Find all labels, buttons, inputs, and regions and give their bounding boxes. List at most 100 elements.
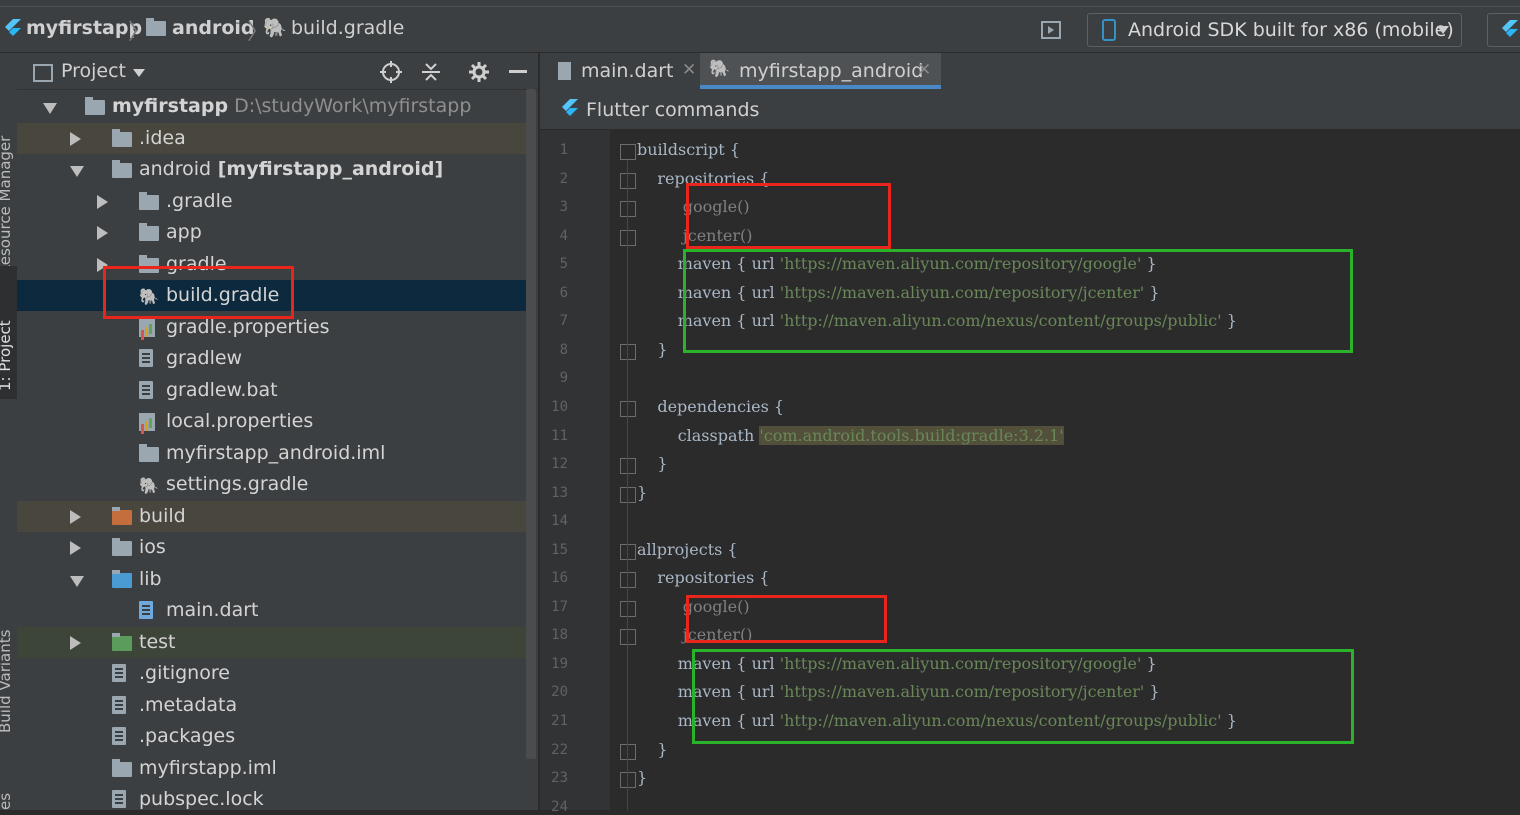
fold-marker-icon[interactable] xyxy=(620,201,636,218)
dart-file-icon xyxy=(139,601,153,619)
tree-item[interactable]: android [myfirstapp_android] xyxy=(17,154,526,185)
module-icon xyxy=(112,160,132,178)
tree-item-label: app xyxy=(166,221,202,243)
tree-item-label: .gradle xyxy=(166,189,233,212)
code-line[interactable]: } xyxy=(637,340,667,359)
chevron-down-icon[interactable] xyxy=(70,575,84,587)
tree-item[interactable]: .gitignore xyxy=(17,658,526,689)
gear-icon[interactable] xyxy=(468,61,490,83)
fold-marker-icon[interactable] xyxy=(620,743,636,760)
fold-marker-icon[interactable] xyxy=(620,172,636,189)
tree-item[interactable]: myfirstapp.iml xyxy=(17,753,526,784)
close-icon[interactable]: ✕ xyxy=(682,60,696,80)
tree-item[interactable]: pubspec.lock xyxy=(17,784,526,815)
code-line[interactable]: dependencies { xyxy=(637,397,784,416)
code-line[interactable]: } xyxy=(637,483,647,502)
tree-item[interactable]: app xyxy=(17,217,526,248)
tree-item-label: myfirstapp.iml xyxy=(139,756,277,779)
fold-marker-icon[interactable] xyxy=(620,486,636,503)
tab-myfirstapp-android[interactable]: 🐘 myfirstapp_android ✕ xyxy=(700,53,941,89)
tree-scrollbar[interactable] xyxy=(526,89,536,759)
tree-item[interactable]: gradlew.bat xyxy=(17,375,526,406)
file-icon xyxy=(139,380,153,399)
tab-main-dart[interactable]: main.dart ✕ xyxy=(550,53,698,89)
menu-strip xyxy=(0,0,1520,7)
module-icon xyxy=(112,538,132,556)
annotation-green-box xyxy=(683,249,1353,353)
minimize-icon[interactable] xyxy=(509,70,527,73)
module-icon xyxy=(139,443,159,462)
code-line[interactable]: allprojects { xyxy=(637,540,738,559)
code-line[interactable]: } xyxy=(637,768,647,787)
chevron-right-icon[interactable] xyxy=(97,194,108,209)
chevron-down-icon[interactable] xyxy=(43,103,57,114)
code-line[interactable]: } xyxy=(637,454,667,473)
tree-item-label: pubspec.lock xyxy=(139,788,264,810)
flutter-run-button[interactable] xyxy=(1487,13,1520,47)
tree-item-label: gradlew xyxy=(166,347,243,369)
fold-marker-icon[interactable] xyxy=(620,629,636,646)
project-view-selector[interactable]: Project xyxy=(61,60,126,82)
tree-item[interactable]: .idea xyxy=(17,122,526,154)
tree-item[interactable]: myfirstapp_android.iml xyxy=(17,438,526,469)
tree-item[interactable]: local.properties xyxy=(17,406,526,437)
tree-item-label: myfirstapp D:\studyWork\myfirstapp xyxy=(112,95,472,117)
tree-item[interactable]: build xyxy=(17,500,526,532)
line-number: 4 xyxy=(559,227,568,244)
tree-item[interactable]: main.dart xyxy=(17,595,526,626)
fold-marker-icon[interactable] xyxy=(620,458,636,475)
tree-item[interactable]: myfirstapp D:\studyWork\myfirstapp xyxy=(17,91,526,122)
file-icon xyxy=(112,727,126,745)
chevron-down-icon[interactable] xyxy=(133,69,145,77)
line-number: 13 xyxy=(551,484,568,501)
flutter-icon xyxy=(5,19,21,36)
chevron-right-icon[interactable] xyxy=(70,509,81,524)
project-tool-tab[interactable]: 1: Project xyxy=(0,266,17,399)
chevron-down-icon[interactable] xyxy=(70,166,84,177)
code-line[interactable]: classpath 'com.android.tools.build:gradl… xyxy=(637,425,1064,445)
code-line[interactable]: buildscript { xyxy=(637,140,740,159)
fold-marker-icon[interactable] xyxy=(620,543,636,560)
tree-item[interactable]: .metadata xyxy=(17,690,526,721)
flutter-commands-bar[interactable]: Flutter commands xyxy=(540,89,1520,130)
resource-manager-tab[interactable]: Resource Manager xyxy=(0,136,14,275)
fold-marker-icon[interactable] xyxy=(620,400,636,417)
fold-marker-icon[interactable] xyxy=(620,343,636,360)
tree-item[interactable]: ios xyxy=(17,532,526,563)
tree-item[interactable]: .packages xyxy=(17,721,526,752)
device-selector[interactable]: Android SDK built for x86 (mobile) xyxy=(1087,13,1462,47)
chevron-right-icon[interactable] xyxy=(70,131,81,146)
breadcrumb-android[interactable]: android xyxy=(172,17,255,39)
tree-item[interactable]: test xyxy=(17,626,526,658)
code-line[interactable]: } xyxy=(637,740,667,759)
chevron-right-icon[interactable] xyxy=(70,635,81,650)
bottom-tab[interactable]: es xyxy=(0,793,14,810)
chevron-right-icon[interactable] xyxy=(70,541,81,555)
locate-icon[interactable] xyxy=(380,61,402,83)
device-manager-icon[interactable] xyxy=(1041,21,1061,39)
tree-item[interactable]: 🐘 settings.gradle xyxy=(17,469,526,500)
tree-item-label: .idea xyxy=(139,126,186,149)
tree-item[interactable]: .gradle xyxy=(17,186,526,217)
breadcrumb-file[interactable]: build.gradle xyxy=(291,17,404,39)
close-icon[interactable]: ✕ xyxy=(917,60,931,80)
line-number: 15 xyxy=(551,541,568,558)
fold-marker-icon[interactable] xyxy=(620,572,636,589)
phone-icon xyxy=(1102,19,1116,41)
code-line[interactable]: repositories { xyxy=(637,568,769,587)
tree-item[interactable]: lib xyxy=(17,564,526,595)
folder-icon xyxy=(112,128,132,147)
tree-item-label: main.dart xyxy=(166,599,259,621)
tree-item[interactable]: gradlew xyxy=(17,343,526,374)
folder-icon xyxy=(139,191,159,210)
collapse-all-icon[interactable] xyxy=(420,61,442,83)
fold-marker-icon[interactable] xyxy=(620,144,636,160)
tree-item-label: build xyxy=(139,504,186,527)
chevron-right-icon[interactable] xyxy=(97,226,108,240)
fold-marker-icon[interactable] xyxy=(620,772,636,789)
fold-marker-icon[interactable] xyxy=(620,600,636,617)
line-number: 10 xyxy=(551,398,568,415)
breadcrumb-project[interactable]: myfirstapp xyxy=(26,17,142,39)
fold-marker-icon[interactable] xyxy=(620,229,636,246)
build-variants-tab[interactable]: Build Variants xyxy=(0,630,14,733)
